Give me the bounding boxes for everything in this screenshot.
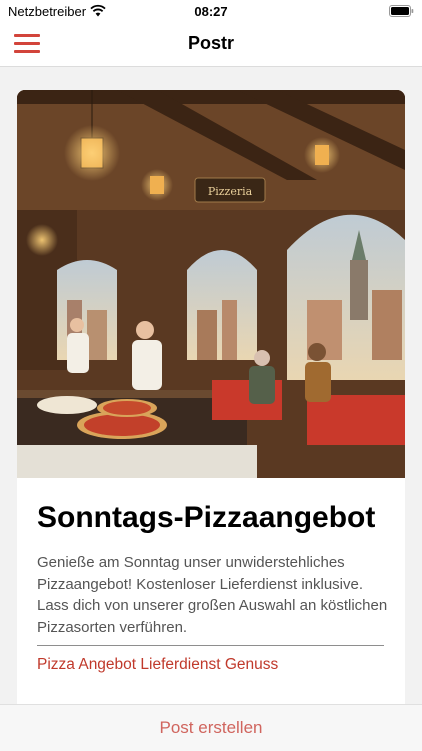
post-card[interactable]: Pizzeria Sonntags-Pizzaangebot Genieße a…	[17, 90, 405, 730]
status-bar: Netzbetreiber 08:27	[0, 0, 422, 22]
pizzeria-sign: Pizzeria	[208, 185, 253, 198]
divider	[37, 645, 384, 646]
post-tags[interactable]: Pizza Angebot Lieferdienst Genuss	[37, 656, 397, 674]
post-body: Genieße am Sonntag unser unwiderstehlich…	[37, 554, 388, 636]
bottom-bar: Post erstellen	[0, 704, 422, 751]
create-post-button[interactable]: Post erstellen	[160, 718, 263, 738]
navigation-bar: Postr	[0, 22, 422, 67]
nav-title: Postr	[187, 33, 234, 53]
post-title: Sonntags-Pizzaangebot	[37, 501, 376, 534]
status-time: 08:27	[194, 4, 228, 19]
battery-icon	[389, 5, 414, 17]
post-image: Pizzeria	[17, 90, 405, 478]
